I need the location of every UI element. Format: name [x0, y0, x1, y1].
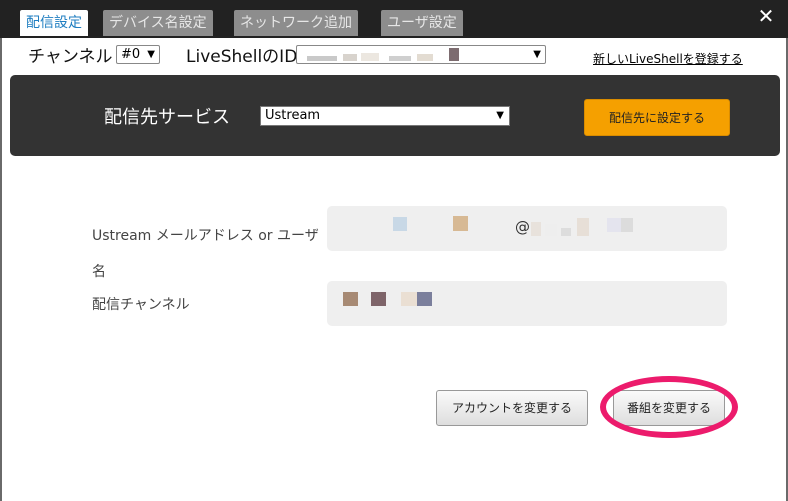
email-username-label-line2: 名 [92, 264, 106, 280]
channel-select[interactable]: #0 ▼ [116, 45, 160, 64]
service-select-value: Ustream [265, 108, 321, 123]
highlight-circle [600, 376, 738, 438]
service-label: 配信先サービス [104, 107, 230, 128]
tab-user-settings[interactable]: ユーザ設定 [381, 10, 463, 36]
email-at-sign: @ [515, 218, 530, 236]
tab-device-name-settings[interactable]: デバイス名設定 [103, 10, 213, 36]
change-account-button[interactable]: アカウントを変更する [436, 390, 588, 426]
close-icon[interactable]: ✕ [756, 6, 776, 26]
chevron-down-icon: ▼ [147, 49, 155, 60]
email-username-label-line1: Ustream メールアドレス or ユーザ [92, 228, 319, 244]
register-liveshell-link[interactable]: 新しいLiveShellを登録する [593, 50, 743, 67]
streaming-channel-field [327, 281, 727, 326]
liveshell-id-select[interactable]: ▼ [296, 45, 546, 64]
set-service-button[interactable]: 配信先に設定する [584, 99, 730, 136]
tab-add-network[interactable]: ネットワーク追加 [234, 10, 358, 36]
email-username-label: Ustream メールアドレス or ユーザ 名 [92, 218, 328, 290]
channel-label: チャンネル [28, 47, 113, 67]
redacted-id-value [307, 48, 459, 61]
service-panel: 配信先サービス Ustream ▼ 配信先に設定する [10, 75, 780, 156]
channel-select-value: #0 [121, 47, 141, 62]
chevron-down-icon: ▼ [496, 110, 504, 121]
liveshell-id-label: LiveShellのID [186, 47, 298, 67]
window-border-left [0, 38, 2, 501]
chevron-down-icon: ▼ [533, 49, 541, 60]
tab-streaming-settings[interactable]: 配信設定 [20, 10, 88, 36]
service-select[interactable]: Ustream ▼ [260, 106, 510, 126]
streaming-channel-label: 配信チャンネル [92, 297, 190, 313]
tab-bar: 配信設定 デバイス名設定 ネットワーク追加 ユーザ設定 ✕ [0, 0, 788, 38]
redacted-channel-value [343, 292, 432, 306]
email-username-field: @ [327, 206, 727, 251]
